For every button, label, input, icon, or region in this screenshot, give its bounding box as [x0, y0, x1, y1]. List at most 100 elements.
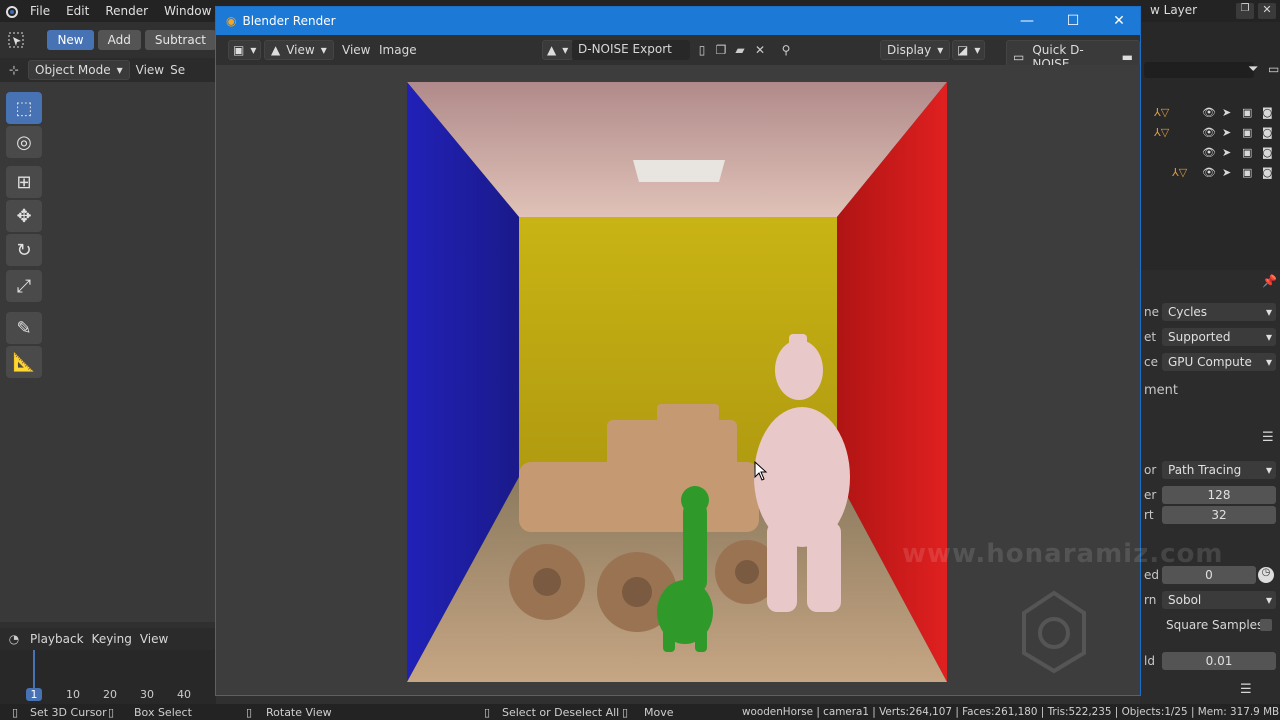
chevron-down-icon: ▾ [320, 43, 327, 57]
minimize-icon[interactable]: — [1004, 7, 1050, 35]
pin-icon[interactable]: ⚲ [778, 42, 794, 58]
clock-icon[interactable]: ◷ [1258, 567, 1274, 583]
view-mode-dropdown[interactable]: ▲ View ▾ [264, 40, 334, 60]
annotate-tool-icon[interactable]: ✎ [6, 312, 42, 344]
view-layer-label[interactable]: w Layer [1150, 3, 1197, 17]
editor-header: ⊹ Object Mode ▾ View Se [0, 58, 216, 82]
chevron-down-icon: ▾ [1265, 463, 1272, 477]
close-layer-icon[interactable]: ✕ [1258, 3, 1276, 19]
folder-icon[interactable]: ▰ [732, 42, 748, 58]
experimental-label[interactable]: ment [1144, 383, 1178, 398]
image-menu[interactable]: Image [379, 43, 417, 57]
view-menu[interactable]: View [342, 43, 370, 57]
blender-logo-icon[interactable] [0, 0, 22, 22]
render-engine-dropdown[interactable]: Cycles ▾ [1162, 303, 1276, 321]
menu-file[interactable]: File [22, 4, 58, 18]
image-browse-dropdown[interactable]: ▲ ▾ [542, 40, 574, 60]
chevron-down-icon: ▾ [1265, 593, 1272, 607]
square-samples-checkbox[interactable] [1260, 619, 1272, 631]
maximize-icon[interactable]: ☐ [1050, 7, 1096, 35]
monitor-icon[interactable]: ▣ [1242, 146, 1252, 159]
monitor-icon[interactable]: ▣ [1242, 106, 1252, 119]
render-result-image [407, 82, 947, 682]
select-arrow-icon[interactable]: ➤ [1222, 126, 1231, 139]
outliner-row[interactable]: ⅄▽ 👁 ➤ ▣ ◙ [1140, 164, 1280, 184]
eye-icon[interactable]: 👁 [1202, 106, 1216, 119]
outliner-row[interactable]: ⅄▽ 👁 ➤ ▣ ◙ [1140, 124, 1280, 144]
select-tool-icon[interactable]: ⬚ [6, 92, 42, 124]
eye-icon[interactable]: 👁 [1202, 166, 1216, 179]
eye-icon[interactable]: 👁 [1202, 146, 1216, 159]
timeline-view-menu[interactable]: View [140, 632, 168, 646]
image-editor-header: ▣ ▾ ▲ View ▾ View Image ▲ ▾ D-NOISE Export ▯… [216, 35, 1140, 74]
threshold-field[interactable]: 0.01 [1162, 652, 1276, 670]
pin-icon[interactable]: 📌 [1262, 274, 1277, 288]
move-tool-icon[interactable]: ✥ [6, 200, 42, 232]
outliner-row[interactable]: ⅄▽ 👁 ➤ ▣ ◙ [1140, 104, 1280, 124]
menu-render[interactable]: Render [97, 4, 156, 18]
duplicate-icon[interactable]: ❐ [713, 42, 729, 58]
camera-icon[interactable]: ◙ [1262, 106, 1273, 119]
device-dropdown[interactable]: GPU Compute ▾ [1162, 353, 1276, 371]
view-menu[interactable]: View [136, 63, 164, 77]
transform-tool-icon[interactable]: ⊞ [6, 166, 42, 198]
subtract-button[interactable]: Subtract [144, 30, 216, 50]
playback-menu[interactable]: Playback [30, 632, 84, 646]
clock-icon[interactable]: ◔ [6, 631, 22, 647]
viewport-samples-field[interactable]: 32 [1162, 506, 1276, 524]
image-name-field[interactable]: D-NOISE Export [572, 40, 690, 60]
select-menu[interactable]: Se [170, 63, 185, 77]
camera-icon[interactable]: ◙ [1262, 146, 1273, 159]
feature-set-dropdown[interactable]: Supported ▾ [1162, 328, 1276, 346]
chevron-down-icon: ▾ [250, 43, 257, 57]
new-collection-icon[interactable]: ▭ [1268, 62, 1279, 76]
list-icon[interactable]: ☰ [1240, 682, 1252, 697]
select-arrow-icon[interactable]: ➤ [1222, 166, 1231, 179]
monitor-icon[interactable]: ▣ [1242, 126, 1252, 139]
filter-icon[interactable]: ⏷ [1248, 62, 1258, 77]
object-mode-dropdown[interactable]: Object Mode ▾ [28, 60, 130, 80]
editor-type-dropdown[interactable]: ▣ ▾ [228, 40, 262, 60]
camera-icon[interactable]: ◙ [1262, 126, 1273, 139]
select-arrow-icon[interactable]: ➤ [1222, 106, 1231, 119]
rotate-tool-icon[interactable]: ↻ [6, 234, 42, 266]
pattern-dropdown[interactable]: Sobol ▾ [1162, 591, 1276, 609]
timeline[interactable]: 1 10 20 30 40 [0, 650, 216, 704]
frame-label: 20 [103, 688, 117, 701]
display-dropdown[interactable]: Display ▾ [880, 40, 951, 60]
menu-edit[interactable]: Edit [58, 4, 97, 18]
channels-dropdown[interactable]: ◪ ▾ [952, 40, 986, 60]
copy-layer-icon[interactable]: ❐ [1236, 3, 1254, 19]
monitor-icon[interactable]: ▣ [1242, 166, 1252, 179]
render-samples-field[interactable]: 128 [1162, 486, 1276, 504]
status-bar: ▯ Set 3D Cursor ▯ Box Select ▯ Rotate Vi… [0, 704, 1280, 720]
list-icon[interactable]: ☰ [1262, 430, 1274, 445]
outliner-search-input[interactable] [1144, 62, 1254, 78]
eye-icon[interactable]: 👁 [1202, 126, 1216, 139]
image-canvas[interactable]: www.honaramiz.com [216, 65, 1222, 695]
mouse-icon: ▯ [108, 706, 115, 719]
rotate-view-hint: Rotate View [266, 706, 332, 719]
render-window-titlebar[interactable]: ◉ Blender Render — ☐ ✕ [216, 7, 1140, 35]
outliner-row[interactable]: 👁 ➤ ▣ ◙ [1140, 144, 1280, 164]
new-button[interactable]: New [47, 30, 94, 50]
select-arrow-icon[interactable]: ➤ [1222, 146, 1231, 159]
fake-user-icon[interactable]: ▯ [694, 42, 710, 58]
frame-label: 10 [66, 688, 80, 701]
select-box-icon[interactable] [6, 29, 25, 51]
measure-tool-icon[interactable]: 📐 [6, 346, 42, 378]
menu-window[interactable]: Window [156, 4, 219, 18]
add-button[interactable]: Add [97, 30, 141, 50]
keying-menu[interactable]: Keying [92, 632, 132, 646]
chevron-down-icon: ▾ [1265, 305, 1272, 319]
editor-type-icon[interactable]: ⊹ [6, 62, 22, 78]
cursor-tool-icon[interactable]: ◎ [6, 126, 42, 158]
armature-icon: ⅄▽ [1172, 166, 1188, 179]
current-frame[interactable]: 1 [26, 688, 42, 701]
close-icon[interactable]: ✕ [1096, 7, 1142, 35]
scale-tool-icon[interactable]: ⤢ [6, 270, 42, 302]
integrator-dropdown[interactable]: Path Tracing ▾ [1162, 461, 1276, 479]
camera-icon[interactable]: ◙ [1262, 166, 1273, 179]
unlink-icon[interactable]: ✕ [752, 42, 768, 58]
pattern-label: rn [1144, 593, 1157, 607]
